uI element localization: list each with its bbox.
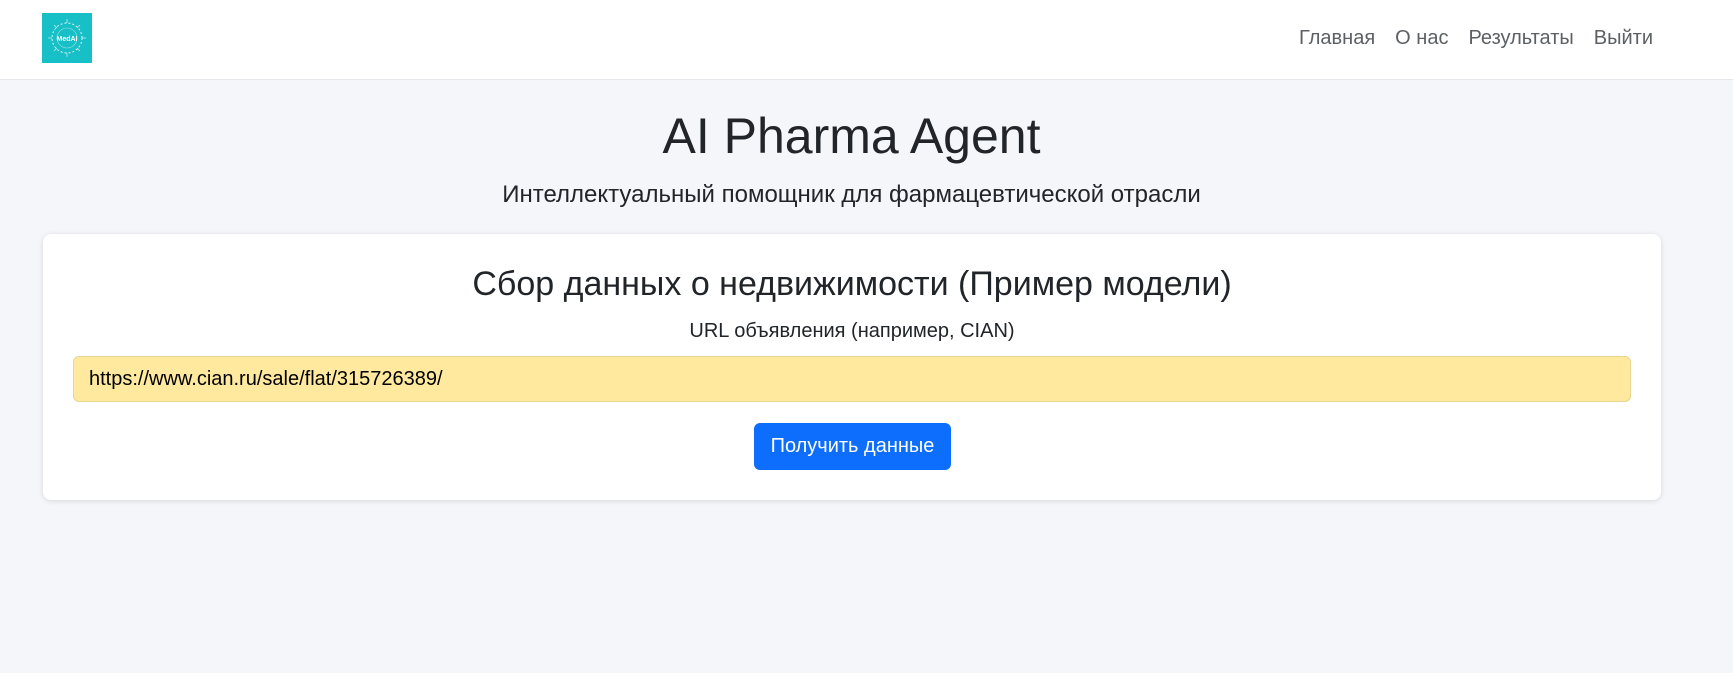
nav-link-home[interactable]: Главная	[1299, 27, 1375, 50]
url-field-label: URL объявления (например, CIAN)	[689, 320, 1015, 342]
page-subtitle: Интеллектуальный помощник для фармацевти…	[502, 181, 1201, 208]
medai-logo-icon: MedAI	[48, 19, 86, 57]
nav-link-about[interactable]: О нас	[1395, 27, 1448, 50]
get-data-button[interactable]: Получить данные	[754, 423, 951, 470]
svg-text:MedAI: MedAI	[57, 36, 78, 43]
card-title: Сбор данных о недвижимости (Пример модел…	[472, 265, 1232, 303]
data-collection-card: Сбор данных о недвижимости (Пример модел…	[43, 234, 1661, 500]
medai-logo[interactable]: MedAI	[42, 13, 92, 63]
page-title: AI Pharma Agent	[662, 108, 1041, 164]
nav-link-logout[interactable]: Выйти	[1594, 27, 1653, 50]
url-input[interactable]	[73, 356, 1631, 402]
nav-links: Главная О нас Результаты Выйти	[1299, 0, 1653, 76]
top-navbar: MedAI Главная О нас Результаты Выйти	[0, 0, 1733, 80]
nav-link-results[interactable]: Результаты	[1468, 27, 1573, 50]
